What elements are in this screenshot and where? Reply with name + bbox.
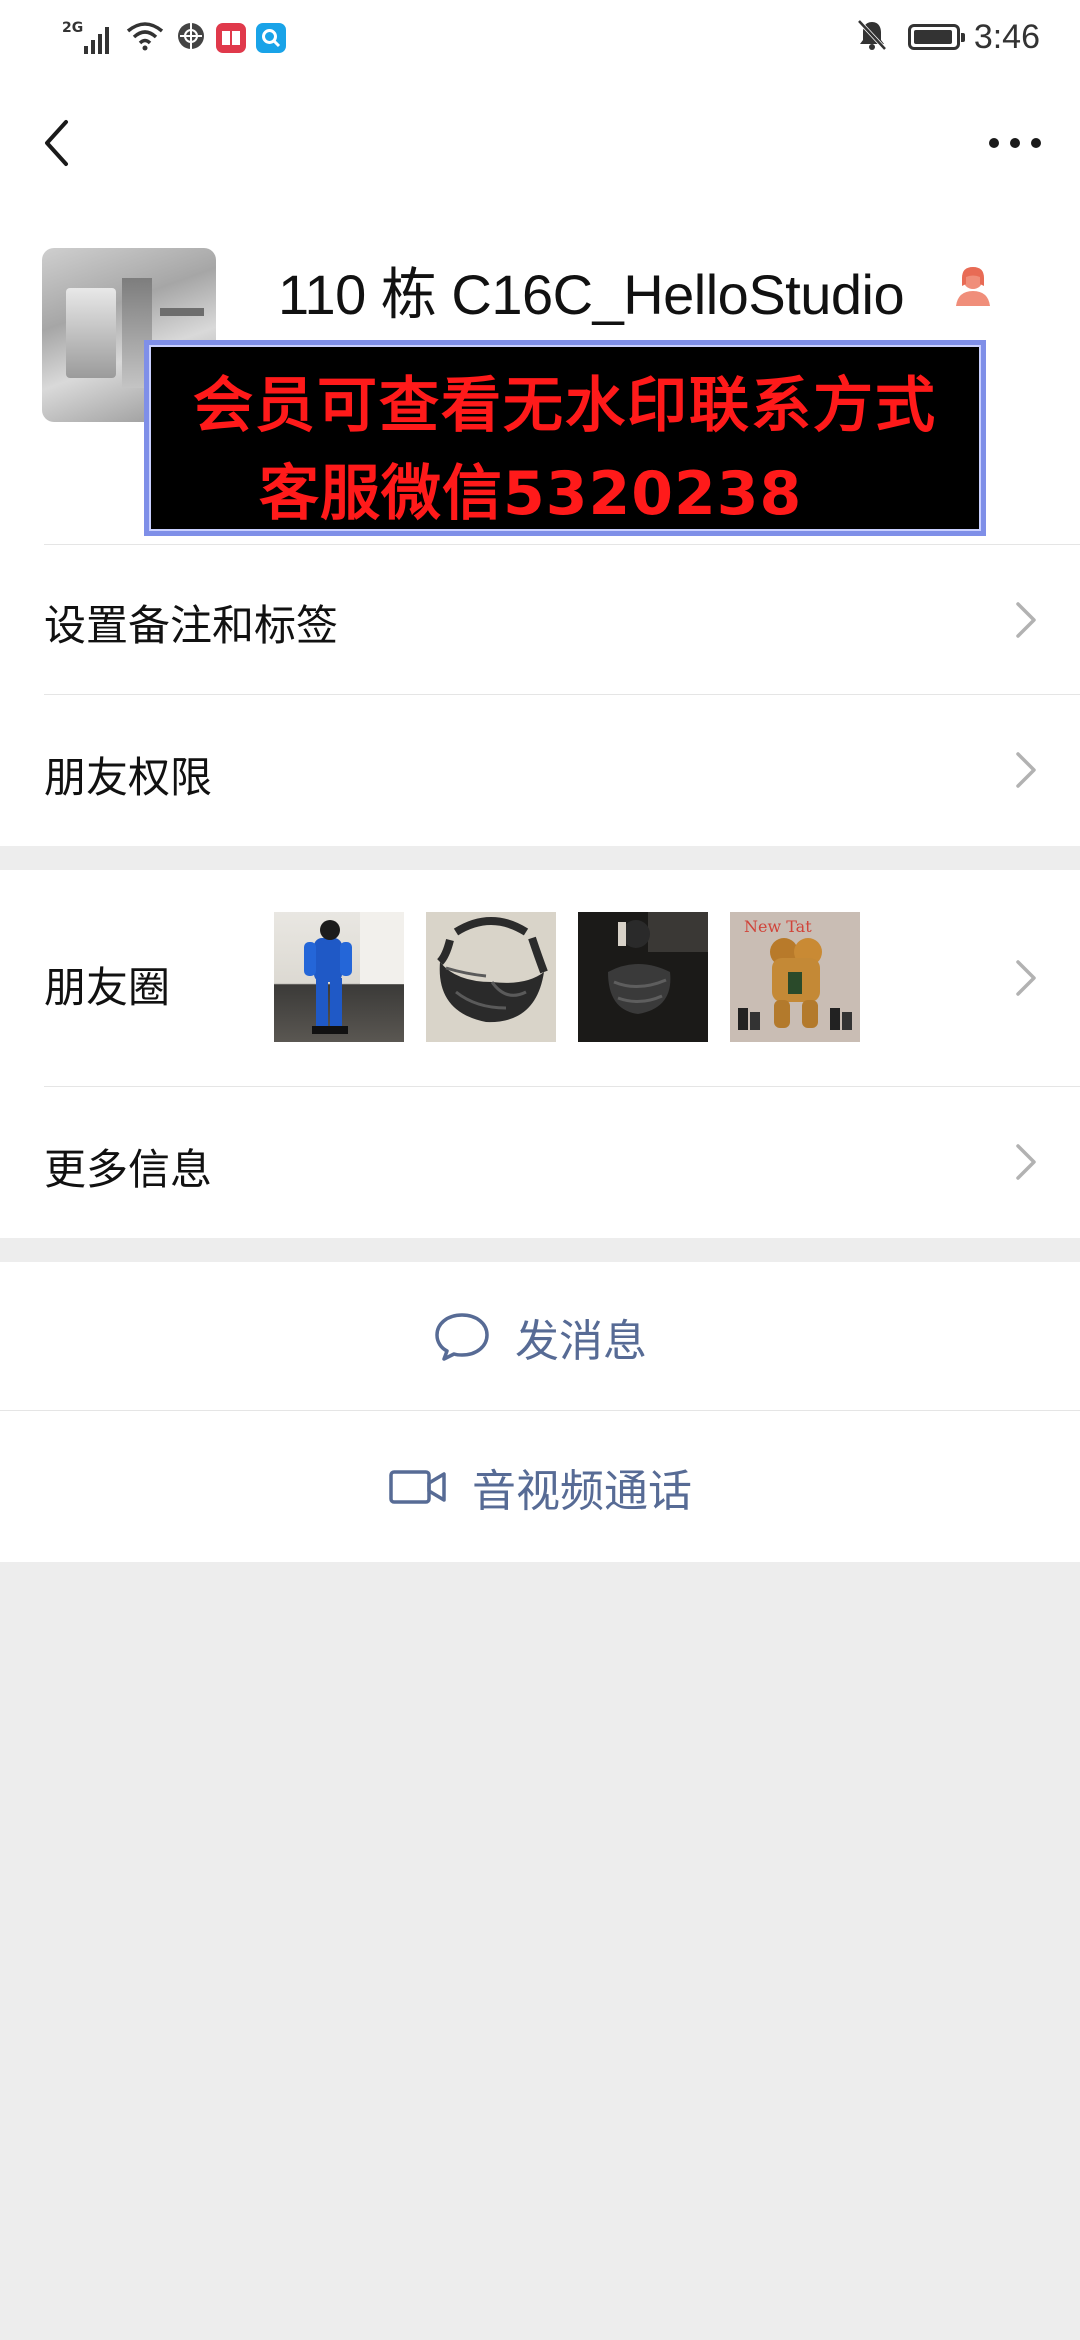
signal-icon: 2G [62,18,114,58]
remark-label: 设置备注和标签 [44,601,339,650]
book-app-icon [216,23,246,53]
chevron-left-icon [45,120,68,166]
moments-thumbnail: New Tat [730,912,860,1042]
divider [0,1410,1080,1411]
nav-bar [0,76,1080,208]
status-bar-right: 3:46 [856,14,1040,60]
svg-text:New Tat: New Tat [744,917,812,936]
search-app-icon [256,23,286,53]
chevron-right-icon [1016,752,1036,788]
send-message-button[interactable]: 发消息 [0,1262,1080,1412]
more-dots-icon [989,138,1041,148]
remark-row[interactable]: 设置备注和标签 [0,544,1080,694]
permissions-label: 朋友权限 [44,753,213,802]
moments-thumbnail [274,912,404,1042]
back-button[interactable] [30,108,82,178]
chevron-right-icon [1016,1144,1036,1180]
chat-bubble-icon [435,1313,489,1361]
profile-header: 110 栋 C16C_HelloStudio 会员可查看无水印联系方式 客服微信… [0,208,1080,544]
send-message-label: 发消息 [515,1316,647,1367]
chevron-right-icon [1016,602,1036,638]
chevron-right-icon [1016,960,1036,996]
video-call-button[interactable]: 音视频通话 [0,1412,1080,1562]
more-info-label: 更多信息 [44,1145,213,1194]
moments-thumbnail [426,912,556,1042]
moments-thumbnails: New Tat [274,912,860,1042]
watermark-line-1: 会员可查看无水印联系方式 [193,371,937,441]
divider [44,1086,1080,1087]
moments-label: 朋友圈 [44,963,171,1012]
female-icon [956,267,990,306]
network-type: 2G [62,20,84,36]
status-bar-left: 2G [62,16,286,60]
divider [44,544,1080,545]
video-camera-icon [389,1470,446,1504]
watermark-banner: 会员可查看无水印联系方式 客服微信5320238 [144,340,986,536]
mute-icon [856,18,888,56]
display-name: 110 栋 C16C_HelloStudio [278,263,905,326]
watermark-line-2: 客服微信5320238 [259,459,803,529]
wifi-icon [126,21,164,55]
divider [44,694,1080,695]
permissions-row[interactable]: 朋友权限 [0,694,1080,846]
moments-row[interactable]: 朋友圈 New Tat [0,870,1080,1086]
moments-thumbnail [578,912,708,1042]
video-call-label: 音视频通话 [472,1466,692,1517]
more-button[interactable] [970,108,1060,178]
battery-icon [907,24,965,50]
vpn-icon [176,21,206,55]
status-bar: 2G 3:46 [0,0,1080,76]
more-info-row[interactable]: 更多信息 [0,1086,1080,1238]
clock: 3:46 [973,17,1040,56]
